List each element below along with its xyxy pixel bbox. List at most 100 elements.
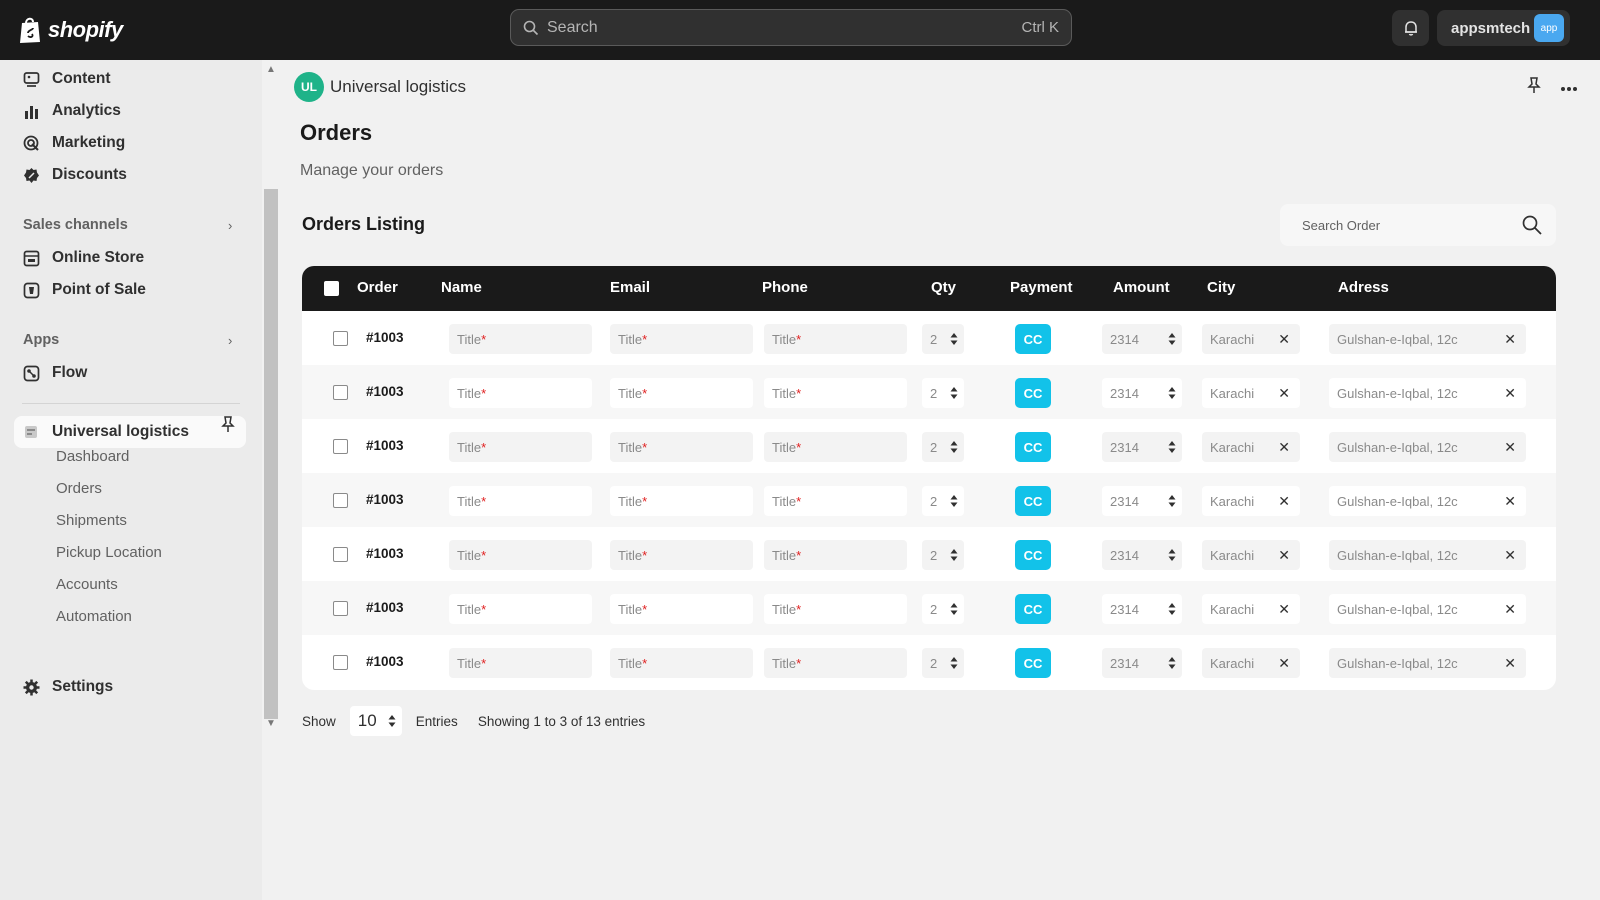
column-header-name[interactable]: Name: [441, 279, 482, 296]
payment-badge[interactable]: CC: [1015, 540, 1051, 570]
sort-arrows-icon[interactable]: [1168, 386, 1176, 400]
phone-field[interactable]: Title *: [764, 594, 907, 624]
payment-badge[interactable]: CC: [1015, 486, 1051, 516]
sort-arrows-icon[interactable]: [1168, 332, 1176, 346]
sidebar-subitem-pickup-location[interactable]: Pickup Location: [56, 544, 162, 561]
clear-icon[interactable]: ✕: [1278, 601, 1290, 618]
page-size-select[interactable]: 10: [349, 706, 402, 736]
quantity-stepper[interactable]: 2: [922, 486, 964, 516]
amount-stepper[interactable]: 2314: [1102, 648, 1182, 678]
name-field[interactable]: Title *: [449, 486, 592, 516]
phone-field[interactable]: Title *: [764, 378, 907, 408]
sort-arrows-icon[interactable]: [950, 656, 958, 670]
phone-field[interactable]: Title *: [764, 486, 907, 516]
pin-icon[interactable]: [1526, 76, 1542, 99]
city-field[interactable]: Karachi ✕: [1202, 378, 1300, 408]
payment-badge[interactable]: CC: [1015, 432, 1051, 462]
shopify-logo[interactable]: shopify: [18, 12, 123, 48]
address-field[interactable]: Gulshan-e-Iqbal, 12c ✕: [1329, 432, 1526, 462]
phone-field[interactable]: Title *: [764, 324, 907, 354]
name-field[interactable]: Title *: [449, 648, 592, 678]
address-field[interactable]: Gulshan-e-Iqbal, 12c ✕: [1329, 648, 1526, 678]
address-field[interactable]: Gulshan-e-Iqbal, 12c ✕: [1329, 594, 1526, 624]
name-field[interactable]: Title *: [449, 594, 592, 624]
column-header-city[interactable]: City: [1207, 279, 1235, 296]
row-checkbox[interactable]: [333, 439, 348, 454]
notifications-button[interactable]: [1392, 10, 1429, 46]
clear-icon[interactable]: ✕: [1504, 601, 1516, 618]
sort-arrows-icon[interactable]: [1168, 656, 1176, 670]
order-id[interactable]: #1003: [366, 330, 404, 345]
city-field[interactable]: Karachi ✕: [1202, 486, 1300, 516]
name-field[interactable]: Title *: [449, 324, 592, 354]
clear-icon[interactable]: ✕: [1504, 547, 1516, 564]
column-header-address[interactable]: Adress: [1338, 279, 1389, 296]
phone-field[interactable]: Title *: [764, 540, 907, 570]
sidebar-item-discounts[interactable]: Discounts: [22, 161, 127, 189]
chevron-right-icon[interactable]: ›: [228, 218, 232, 233]
email-field[interactable]: Title *: [610, 378, 753, 408]
address-field[interactable]: Gulshan-e-Iqbal, 12c ✕: [1329, 540, 1526, 570]
search-icon[interactable]: [1522, 215, 1542, 235]
phone-field[interactable]: Title *: [764, 648, 907, 678]
name-field[interactable]: Title *: [449, 540, 592, 570]
name-field[interactable]: Title *: [449, 378, 592, 408]
address-field[interactable]: Gulshan-e-Iqbal, 12c ✕: [1329, 378, 1526, 408]
clear-icon[interactable]: ✕: [1278, 655, 1290, 672]
row-checkbox[interactable]: [333, 655, 348, 670]
quantity-stepper[interactable]: 2: [922, 324, 964, 354]
amount-stepper[interactable]: 2314: [1102, 594, 1182, 624]
address-field[interactable]: Gulshan-e-Iqbal, 12c ✕: [1329, 324, 1526, 354]
address-field[interactable]: Gulshan-e-Iqbal, 12c ✕: [1329, 486, 1526, 516]
row-checkbox[interactable]: [333, 601, 348, 616]
clear-icon[interactable]: ✕: [1504, 385, 1516, 402]
clear-icon[interactable]: ✕: [1504, 493, 1516, 510]
column-header-payment[interactable]: Payment: [1010, 279, 1073, 296]
sidebar-subitem-dashboard[interactable]: Dashboard: [56, 448, 129, 465]
order-id[interactable]: #1003: [366, 438, 404, 453]
row-checkbox[interactable]: [333, 547, 348, 562]
sidebar-item-online-store[interactable]: Online Store: [22, 244, 144, 272]
sort-arrows-icon[interactable]: [950, 548, 958, 562]
sort-arrows-icon[interactable]: [1168, 602, 1176, 616]
email-field[interactable]: Title *: [610, 486, 753, 516]
city-field[interactable]: Karachi ✕: [1202, 594, 1300, 624]
column-header-qty[interactable]: Qty: [931, 279, 956, 296]
sort-arrows-icon[interactable]: [1168, 548, 1176, 562]
sort-arrows-icon[interactable]: [950, 494, 958, 508]
amount-stepper[interactable]: 2314: [1102, 540, 1182, 570]
scroll-up-arrow-icon[interactable]: ▲: [266, 64, 276, 75]
clear-icon[interactable]: ✕: [1504, 331, 1516, 348]
row-checkbox[interactable]: [333, 493, 348, 508]
column-header-phone[interactable]: Phone: [762, 279, 808, 296]
email-field[interactable]: Title *: [610, 324, 753, 354]
amount-stepper[interactable]: 2314: [1102, 486, 1182, 516]
global-search[interactable]: Search Ctrl K: [510, 9, 1072, 46]
sales-channels-heading[interactable]: Sales channels: [23, 217, 128, 233]
amount-stepper[interactable]: 2314: [1102, 432, 1182, 462]
quantity-stepper[interactable]: 2: [922, 594, 964, 624]
clear-icon[interactable]: ✕: [1278, 439, 1290, 456]
clear-icon[interactable]: ✕: [1278, 547, 1290, 564]
sidebar-subitem-orders[interactable]: Orders: [56, 480, 102, 497]
sort-arrows-icon[interactable]: [1168, 494, 1176, 508]
city-field[interactable]: Karachi ✕: [1202, 540, 1300, 570]
city-field[interactable]: Karachi ✕: [1202, 324, 1300, 354]
email-field[interactable]: Title *: [610, 648, 753, 678]
email-field[interactable]: Title *: [610, 432, 753, 462]
clear-icon[interactable]: ✕: [1278, 331, 1290, 348]
column-header-order[interactable]: Order: [357, 279, 398, 296]
quantity-stepper[interactable]: 2: [922, 648, 964, 678]
quantity-stepper[interactable]: 2: [922, 540, 964, 570]
sidebar-item-settings[interactable]: Settings: [22, 673, 113, 701]
order-id[interactable]: #1003: [366, 600, 404, 615]
clear-icon[interactable]: ✕: [1504, 655, 1516, 672]
order-id[interactable]: #1003: [366, 492, 404, 507]
sidebar-item-point-of-sale[interactable]: Point of Sale: [22, 276, 146, 304]
sort-arrows-icon[interactable]: [950, 602, 958, 616]
sort-arrows-icon[interactable]: [950, 386, 958, 400]
column-header-amount[interactable]: Amount: [1113, 279, 1170, 296]
pin-icon[interactable]: [220, 415, 236, 438]
order-search-input[interactable]: Search Order: [1280, 204, 1556, 246]
city-field[interactable]: Karachi ✕: [1202, 648, 1300, 678]
